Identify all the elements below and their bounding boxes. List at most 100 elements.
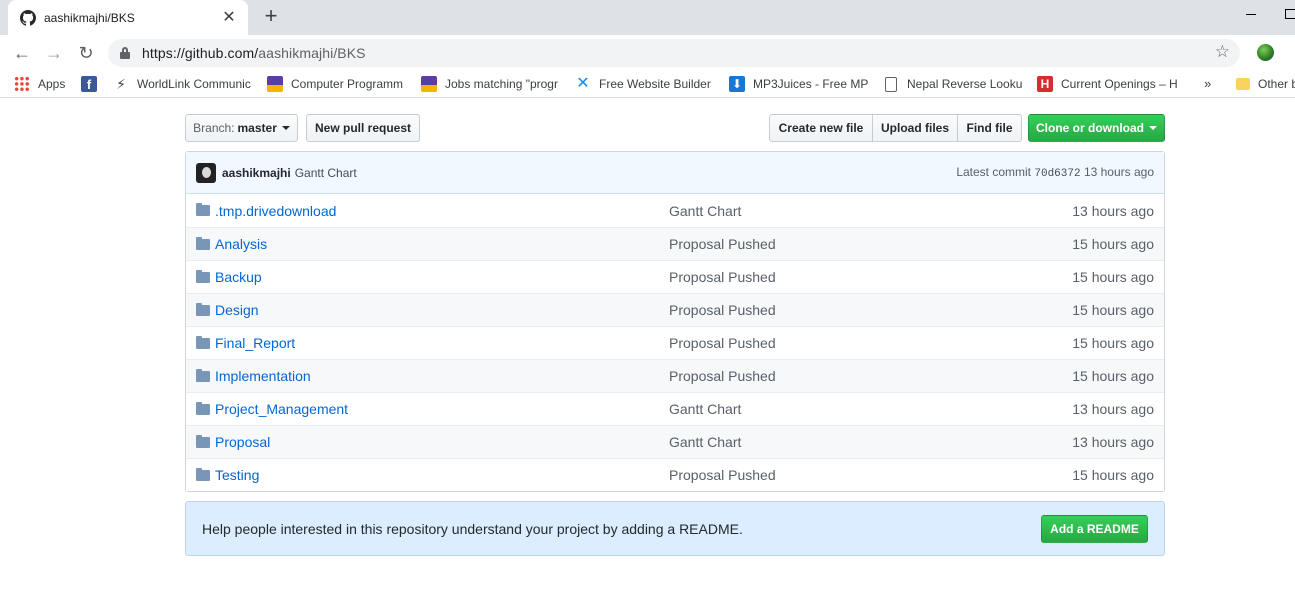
file-row: Analysis Proposal Pushed 15 hours ago <box>186 227 1164 260</box>
file-name-link[interactable]: Analysis <box>215 236 669 252</box>
commit-message[interactable]: Gantt Chart <box>295 166 357 180</box>
commit-sha[interactable]: 70d6372 <box>1034 168 1080 180</box>
apps-grid-icon <box>14 76 30 92</box>
close-tab-icon[interactable]: ✕ <box>220 9 238 26</box>
commit-author[interactable]: aashikmajhi <box>222 166 291 180</box>
folder-icon <box>196 467 210 481</box>
readme-prompt-text: Help people interested in this repositor… <box>202 520 743 537</box>
avatar[interactable] <box>196 162 216 183</box>
file-commit-message[interactable]: Gantt Chart <box>669 401 969 417</box>
bookmark-computer-programming[interactable]: Computer Programm <box>267 75 407 93</box>
file-list: aashikmajhi Gantt Chart Latest commit 70… <box>185 151 1165 492</box>
folder-icon <box>196 401 210 415</box>
download-icon: ⬇ <box>729 76 745 92</box>
file-commit-message[interactable]: Proposal Pushed <box>669 467 969 483</box>
bookmark-star-icon[interactable]: ☆ <box>1215 42 1230 62</box>
file-row: Proposal Gantt Chart 13 hours ago <box>186 425 1164 458</box>
tab-title: aashikmajhi/BKS <box>44 10 135 25</box>
bookmark-other[interactable]: Other b <box>1236 75 1295 93</box>
file-commit-message[interactable]: Gantt Chart <box>669 434 969 450</box>
folder-icon <box>196 368 210 382</box>
more-bookmarks-icon[interactable]: » <box>1204 76 1211 91</box>
upload-files-button[interactable]: Upload files <box>872 114 958 142</box>
file-name-link[interactable]: Project_Management <box>215 401 669 417</box>
url-text: https://github.com/aashikmajhi/BKS <box>142 45 366 61</box>
file-row: Testing Proposal Pushed 15 hours ago <box>186 458 1164 491</box>
bookmark-mp3juices[interactable]: ⬇ MP3Juices - Free MP <box>729 75 869 93</box>
file-age: 13 hours ago <box>1072 434 1154 450</box>
file-commit-message[interactable]: Proposal Pushed <box>669 335 969 351</box>
graduation-cap-icon <box>267 76 283 92</box>
folder-icon <box>196 335 210 349</box>
file-rows: .tmp.drivedownload Gantt Chart 13 hours … <box>186 194 1164 491</box>
latest-commit-bar: aashikmajhi Gantt Chart Latest commit 70… <box>186 152 1164 194</box>
bookmark-worldlink[interactable]: ⚡ WorldLink Communic <box>113 75 253 93</box>
file-age: 15 hours ago <box>1072 302 1154 318</box>
lightning-icon: ⚡ <box>116 76 126 92</box>
new-pull-request-button[interactable]: New pull request <box>306 114 420 142</box>
tab-strip: aashikmajhi/BKS ✕ + <box>0 0 1295 35</box>
file-commit-message[interactable]: Proposal Pushed <box>669 368 969 384</box>
clone-or-download-button[interactable]: Clone or download <box>1028 114 1165 142</box>
browser-tab[interactable]: aashikmajhi/BKS ✕ <box>8 0 248 35</box>
file-commit-message[interactable]: Proposal Pushed <box>669 269 969 285</box>
folder-icon <box>196 236 210 250</box>
address-bar[interactable]: https://github.com/aashikmajhi/BKS ☆ <box>108 39 1240 67</box>
caret-down-icon <box>281 126 290 130</box>
file-name-link[interactable]: Proposal <box>215 434 669 450</box>
folder-icon <box>1236 78 1250 90</box>
folder-icon <box>196 203 210 216</box>
find-file-button[interactable]: Find file <box>957 114 1022 142</box>
latest-commit-info: Latest commit 70d6372 13 hours ago <box>956 165 1154 180</box>
branch-select-button[interactable]: Branch: master <box>185 114 298 142</box>
file-age: 15 hours ago <box>1072 335 1154 351</box>
file-age: 13 hours ago <box>1072 401 1154 417</box>
browser-toolbar: ← → ↻ https://github.com/aashikmajhi/BKS… <box>0 35 1295 71</box>
file-age: 15 hours ago <box>1072 269 1154 285</box>
readme-prompt-banner: Help people interested in this repositor… <box>185 501 1165 556</box>
bookmark-free-website-builder[interactable]: ✕ Free Website Builder <box>575 75 715 93</box>
file-name-link[interactable]: Backup <box>215 269 669 285</box>
h-icon: H <box>1037 76 1053 92</box>
file-age: 15 hours ago <box>1072 467 1154 483</box>
create-new-file-button[interactable]: Create new file <box>769 114 873 142</box>
file-age: 15 hours ago <box>1072 368 1154 384</box>
folder-icon <box>196 269 210 283</box>
extension-globe-icon[interactable] <box>1257 44 1274 61</box>
bookmark-facebook[interactable]: f <box>81 75 101 93</box>
file-row: Design Proposal Pushed 15 hours ago <box>186 293 1164 326</box>
bookmark-apps[interactable]: Apps <box>14 75 74 93</box>
file-name-link[interactable]: Testing <box>215 467 669 483</box>
file-name-link[interactable]: Implementation <box>215 368 669 384</box>
reload-icon[interactable]: ↻ <box>74 41 98 65</box>
new-tab-icon[interactable]: + <box>258 4 284 30</box>
file-age: 13 hours ago <box>1072 202 1154 219</box>
file-row: Final_Report Proposal Pushed 15 hours ag… <box>186 326 1164 359</box>
github-icon <box>20 9 36 26</box>
folder-icon <box>196 434 210 448</box>
bookmark-current-openings[interactable]: H Current Openings – H <box>1037 75 1177 93</box>
folder-icon <box>196 302 210 316</box>
add-readme-button[interactable]: Add a README <box>1041 515 1148 543</box>
page-icon <box>885 76 897 92</box>
file-commit-message[interactable]: Proposal Pushed <box>669 302 969 318</box>
wix-icon: ✕ <box>575 75 591 92</box>
file-row: Project_Management Gantt Chart 13 hours … <box>186 392 1164 425</box>
lock-icon <box>120 47 130 59</box>
file-commit-message[interactable]: Gantt Chart <box>669 203 969 219</box>
file-name-link[interactable]: Final_Report <box>215 335 669 351</box>
bookmarks-bar: Apps f ⚡ WorldLink Communic Computer Pro… <box>0 71 1295 98</box>
file-name-link[interactable]: Design <box>215 302 669 318</box>
forward-arrow-icon[interactable]: → <box>42 41 66 65</box>
caret-down-icon <box>1149 126 1157 130</box>
bookmark-nepal-reverse-lookup[interactable]: Nepal Reverse Looku <box>883 75 1023 93</box>
file-commit-message[interactable]: Proposal Pushed <box>669 236 969 252</box>
minimize-window-icon[interactable] <box>1246 14 1256 15</box>
maximize-window-icon[interactable] <box>1285 9 1295 19</box>
file-row: Backup Proposal Pushed 15 hours ago <box>186 260 1164 293</box>
file-row: .tmp.drivedownload Gantt Chart 13 hours … <box>186 194 1164 227</box>
file-name-link[interactable]: .tmp.drivedownload <box>215 203 669 219</box>
graduation-cap-icon <box>421 76 437 92</box>
back-arrow-icon[interactable]: ← <box>10 41 34 65</box>
bookmark-jobs-matching[interactable]: Jobs matching "progr <box>421 75 561 93</box>
